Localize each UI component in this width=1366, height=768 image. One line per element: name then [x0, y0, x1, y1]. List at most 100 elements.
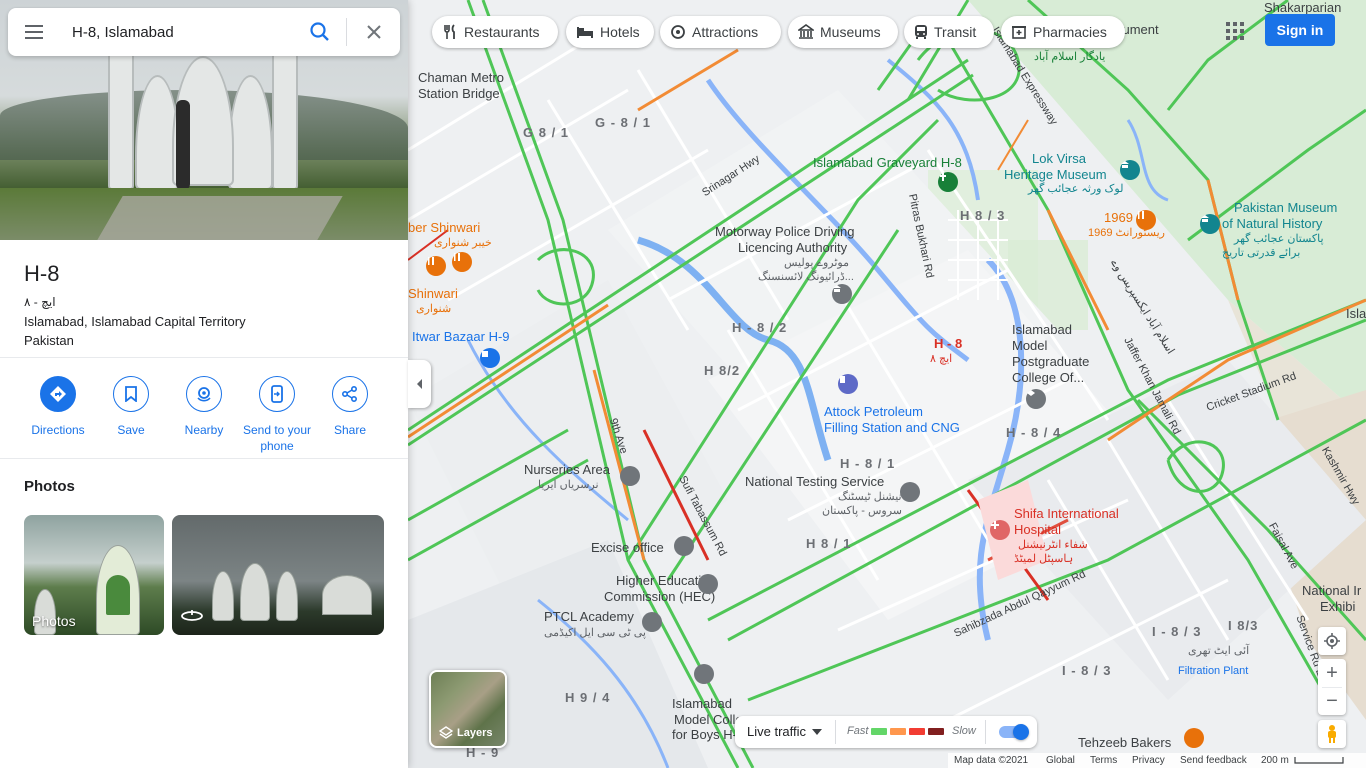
- nursery-pin-icon[interactable]: [620, 466, 640, 486]
- scale-label[interactable]: 200 m: [1261, 755, 1289, 766]
- map-label-h8: H - 8: [934, 336, 963, 351]
- footer-feedback-link[interactable]: Send feedback: [1180, 755, 1247, 766]
- sector-label-i83c: I - 8 / 3: [1062, 663, 1112, 678]
- directions-button[interactable]: Directions: [18, 376, 98, 438]
- footer-privacy-link[interactable]: Privacy: [1132, 755, 1165, 766]
- ptcl-pin-icon[interactable]: [642, 612, 662, 632]
- share-button[interactable]: Share: [310, 376, 390, 438]
- gas-station-pin-icon[interactable]: [838, 374, 858, 394]
- search-divider: [346, 18, 347, 46]
- map-label-nts-urdu2: سروس - پاکستان: [822, 505, 903, 517]
- map-label-imcb-3: for Boys H-9: [672, 727, 745, 742]
- sector-label-h83: H 8 / 3: [960, 208, 1006, 223]
- cemetery-pin-icon[interactable]: [938, 172, 958, 192]
- send-to-phone-button[interactable]: Send to your phone: [237, 376, 317, 454]
- museum-icon: [798, 24, 814, 39]
- traffic-bar-slow: [909, 728, 925, 735]
- museum-pin-icon[interactable]: [1120, 160, 1140, 180]
- map-label-nursery-urdu: نرسریاں ایریا: [538, 479, 599, 491]
- layers-button[interactable]: Layers: [429, 670, 507, 748]
- photos-heading: Photos: [24, 478, 75, 495]
- divider: [985, 720, 986, 744]
- nts-pin-icon[interactable]: [900, 482, 920, 502]
- search-input[interactable]: [72, 20, 302, 44]
- map-label-shifa-urdu1: شفاء انٹرنیشنل: [1018, 539, 1088, 551]
- apps-grid-icon[interactable]: [1222, 18, 1248, 44]
- map-footer: Map data ©2021 Global Terms Privacy Send…: [948, 753, 1366, 768]
- sign-in-button[interactable]: Sign in: [1265, 14, 1335, 46]
- map-label-i83-urdu: آئی ایٹ تھری: [1188, 645, 1250, 657]
- sector-label-h84: H - 8 / 4: [1006, 425, 1062, 440]
- excise-pin-icon[interactable]: [674, 536, 694, 556]
- map-label-filtration: Filtration Plant: [1178, 665, 1249, 677]
- bus-icon: [915, 25, 927, 39]
- school-pin-icon[interactable]: [1026, 389, 1046, 409]
- zoom-out-button[interactable]: −: [1318, 688, 1346, 715]
- traffic-select[interactable]: Live traffic: [747, 724, 823, 739]
- sector-label-h94: H 9 / 4: [565, 690, 611, 705]
- chip-transit[interactable]: Transit: [904, 16, 994, 48]
- sector-label-h81b: H 8 / 1: [806, 536, 852, 551]
- map-label-hec-2: Commission (HEC): [604, 589, 716, 604]
- search-box: [8, 8, 400, 56]
- map-label-chaman-metro: Chaman Metro: [418, 70, 504, 85]
- hero-sculpture: [176, 100, 190, 190]
- map-label-shinwari-a-urdu: خیبر شنواری: [434, 237, 492, 249]
- layers-label-wrap: Layers: [439, 726, 492, 740]
- map-label-shakarparian: Shakarparian: [1264, 0, 1342, 15]
- chip-attractions[interactable]: Attractions: [660, 16, 781, 48]
- place-side-panel: H-8 ایچ - ۸ Islamabad, Islamabad Capital…: [0, 0, 408, 768]
- map-label-ptcl-urdu: پی ٹی سی ایل اکیڈمی: [544, 627, 646, 639]
- map-label-imcpg-3: Postgraduate: [1012, 354, 1090, 369]
- my-location-button[interactable]: [1318, 627, 1346, 655]
- restaurant-pin-icon-3[interactable]: [452, 252, 472, 272]
- street-view-tile[interactable]: [172, 515, 384, 635]
- map-label-shifa-2: Hospital: [1014, 522, 1061, 537]
- map-label-national-2: Exhibi: [1320, 599, 1356, 614]
- footer-global-link[interactable]: Global: [1046, 755, 1075, 766]
- photos-tile[interactable]: Photos: [24, 515, 164, 635]
- chip-pharmacies[interactable]: Pharmacies: [1001, 16, 1125, 48]
- my-location-icon: [1324, 633, 1340, 649]
- footer-terms-link[interactable]: Terms: [1090, 755, 1117, 766]
- traffic-fast-label: Fast: [847, 725, 869, 737]
- hec-pin-icon[interactable]: [698, 574, 718, 594]
- pharmacy-icon: [1012, 26, 1026, 39]
- magnifier-icon[interactable]: [306, 18, 334, 46]
- traffic-toggle[interactable]: [999, 724, 1029, 740]
- layers-icon: [439, 726, 453, 739]
- map-label-nts-1: National Testing Service: [745, 474, 885, 489]
- collapse-panel-button[interactable]: [408, 360, 431, 408]
- government-pin-icon[interactable]: [832, 284, 852, 304]
- map-label-shinwari-a: ber Shinwari: [408, 220, 481, 235]
- close-icon[interactable]: [360, 18, 388, 46]
- map-label-museum-nh-urdu1: پاکستان عجائب گھر: [1234, 233, 1324, 245]
- museum-nh-pin-icon[interactable]: [1200, 214, 1220, 234]
- nearby-button[interactable]: Nearby: [164, 376, 244, 438]
- chip-pharmacies-label: Pharmacies: [1033, 24, 1107, 40]
- bakery-pin-icon[interactable]: [1184, 728, 1204, 748]
- chip-museums[interactable]: Museums: [788, 16, 898, 48]
- hero-monument-pillar-right: [272, 40, 298, 190]
- chip-restaurants[interactable]: Restaurants: [432, 16, 558, 48]
- traffic-bar-fast: [871, 728, 887, 735]
- map-canvas[interactable]: Chaman Metro Station Bridge G 8 / 1 G - …: [408, 0, 1366, 768]
- shopping-pin-icon[interactable]: [480, 348, 500, 368]
- phone-send-icon: [259, 376, 295, 412]
- fork-knife-icon: [444, 24, 455, 39]
- chip-hotels[interactable]: Hotels: [566, 16, 654, 48]
- hamburger-menu-icon[interactable]: [18, 16, 50, 48]
- divider: [0, 357, 408, 358]
- map-label-museum-nh-1: Pakistan Museum: [1234, 200, 1338, 215]
- hospital-pin-icon[interactable]: [990, 520, 1010, 540]
- pegman-button[interactable]: [1318, 720, 1346, 748]
- restaurant-pin-icon[interactable]: [1136, 210, 1156, 230]
- bed-icon: [577, 27, 593, 38]
- map-label-national-1: National Ir: [1302, 583, 1362, 598]
- map-label-motorway-urdu1: موٹروے پولیس: [784, 257, 849, 269]
- restaurant-pin-icon-2[interactable]: [426, 256, 446, 276]
- save-button[interactable]: Save: [91, 376, 171, 438]
- chevron-left-icon: [416, 379, 422, 389]
- college-pin-icon[interactable]: [694, 664, 714, 684]
- zoom-in-button[interactable]: +: [1318, 659, 1346, 687]
